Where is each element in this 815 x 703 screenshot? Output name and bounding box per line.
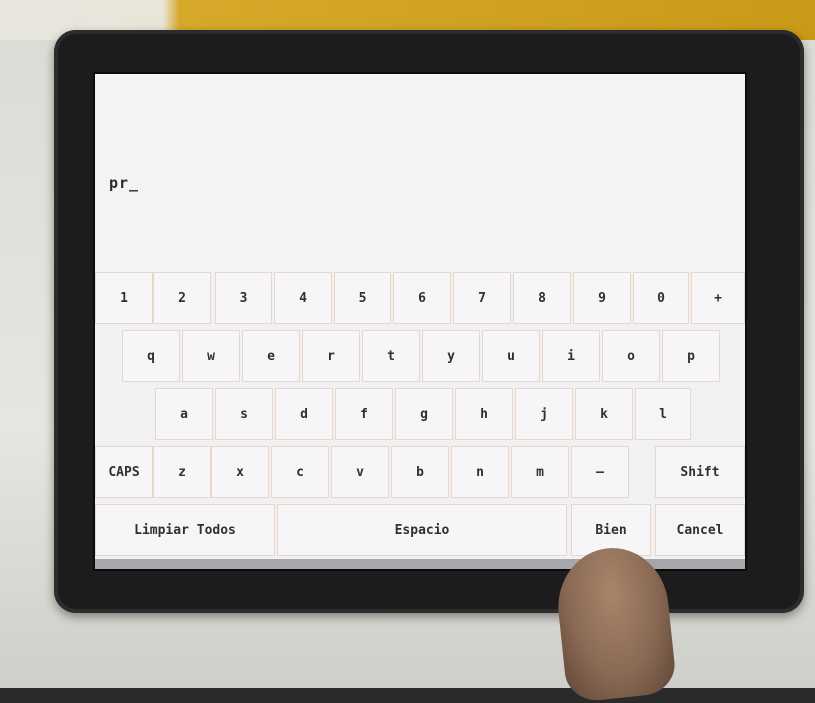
key-h[interactable]: h <box>455 388 513 440</box>
key-n[interactable]: n <box>451 446 509 498</box>
key-0[interactable]: 0 <box>633 272 689 324</box>
key-8[interactable]: 8 <box>513 272 571 324</box>
key-6[interactable]: 6 <box>393 272 451 324</box>
key-x[interactable]: x <box>211 446 269 498</box>
key-4[interactable]: 4 <box>274 272 332 324</box>
touch-screen: pr_ 1 2 3 4 5 6 7 8 9 0 + q w e r t y u … <box>93 72 747 571</box>
key-z[interactable]: z <box>153 446 211 498</box>
key-q[interactable]: q <box>122 330 180 382</box>
key-r[interactable]: r <box>302 330 360 382</box>
key-plus[interactable]: + <box>691 272 745 324</box>
key-s[interactable]: s <box>215 388 273 440</box>
key-i[interactable]: i <box>542 330 600 382</box>
key-d[interactable]: d <box>275 388 333 440</box>
keyboard-row-top-letters: q w e r t y u i o p <box>95 330 745 384</box>
key-f[interactable]: f <box>335 388 393 440</box>
key-dash[interactable]: – <box>571 446 629 498</box>
key-7[interactable]: 7 <box>453 272 511 324</box>
key-l[interactable]: l <box>635 388 691 440</box>
key-e[interactable]: e <box>242 330 300 382</box>
typed-text: pr_ <box>109 174 140 192</box>
keyboard-row-home-letters: a s d f g h j k l <box>95 388 745 442</box>
key-o[interactable]: o <box>602 330 660 382</box>
key-g[interactable]: g <box>395 388 453 440</box>
cancel-button[interactable]: Cancel <box>655 504 745 556</box>
key-5[interactable]: 5 <box>334 272 391 324</box>
key-a[interactable]: a <box>155 388 213 440</box>
key-w[interactable]: w <box>182 330 240 382</box>
key-j[interactable]: j <box>515 388 573 440</box>
key-9[interactable]: 9 <box>573 272 631 324</box>
key-3[interactable]: 3 <box>215 272 272 324</box>
key-c[interactable]: c <box>271 446 329 498</box>
key-u[interactable]: u <box>482 330 540 382</box>
key-b[interactable]: b <box>391 446 449 498</box>
key-y[interactable]: y <box>422 330 480 382</box>
keyboard-row-actions: Limpiar Todos Espacio Bien Cancel <box>95 504 745 558</box>
keyboard-row-numbers: 1 2 3 4 5 6 7 8 9 0 + <box>95 272 745 326</box>
key-shift[interactable]: Shift <box>655 446 745 498</box>
key-1[interactable]: 1 <box>95 272 153 324</box>
key-v[interactable]: v <box>331 446 389 498</box>
key-m[interactable]: m <box>511 446 569 498</box>
key-k[interactable]: k <box>575 388 633 440</box>
key-2[interactable]: 2 <box>153 272 211 324</box>
keyboard-row-bottom-letters: CAPS z x c v b n m – Shift <box>95 446 745 500</box>
key-p[interactable]: p <box>662 330 720 382</box>
text-input-area[interactable]: pr_ <box>95 74 745 272</box>
key-t[interactable]: t <box>362 330 420 382</box>
space-button[interactable]: Espacio <box>277 504 567 556</box>
key-caps[interactable]: CAPS <box>95 446 153 498</box>
clear-all-button[interactable]: Limpiar Todos <box>95 504 275 556</box>
